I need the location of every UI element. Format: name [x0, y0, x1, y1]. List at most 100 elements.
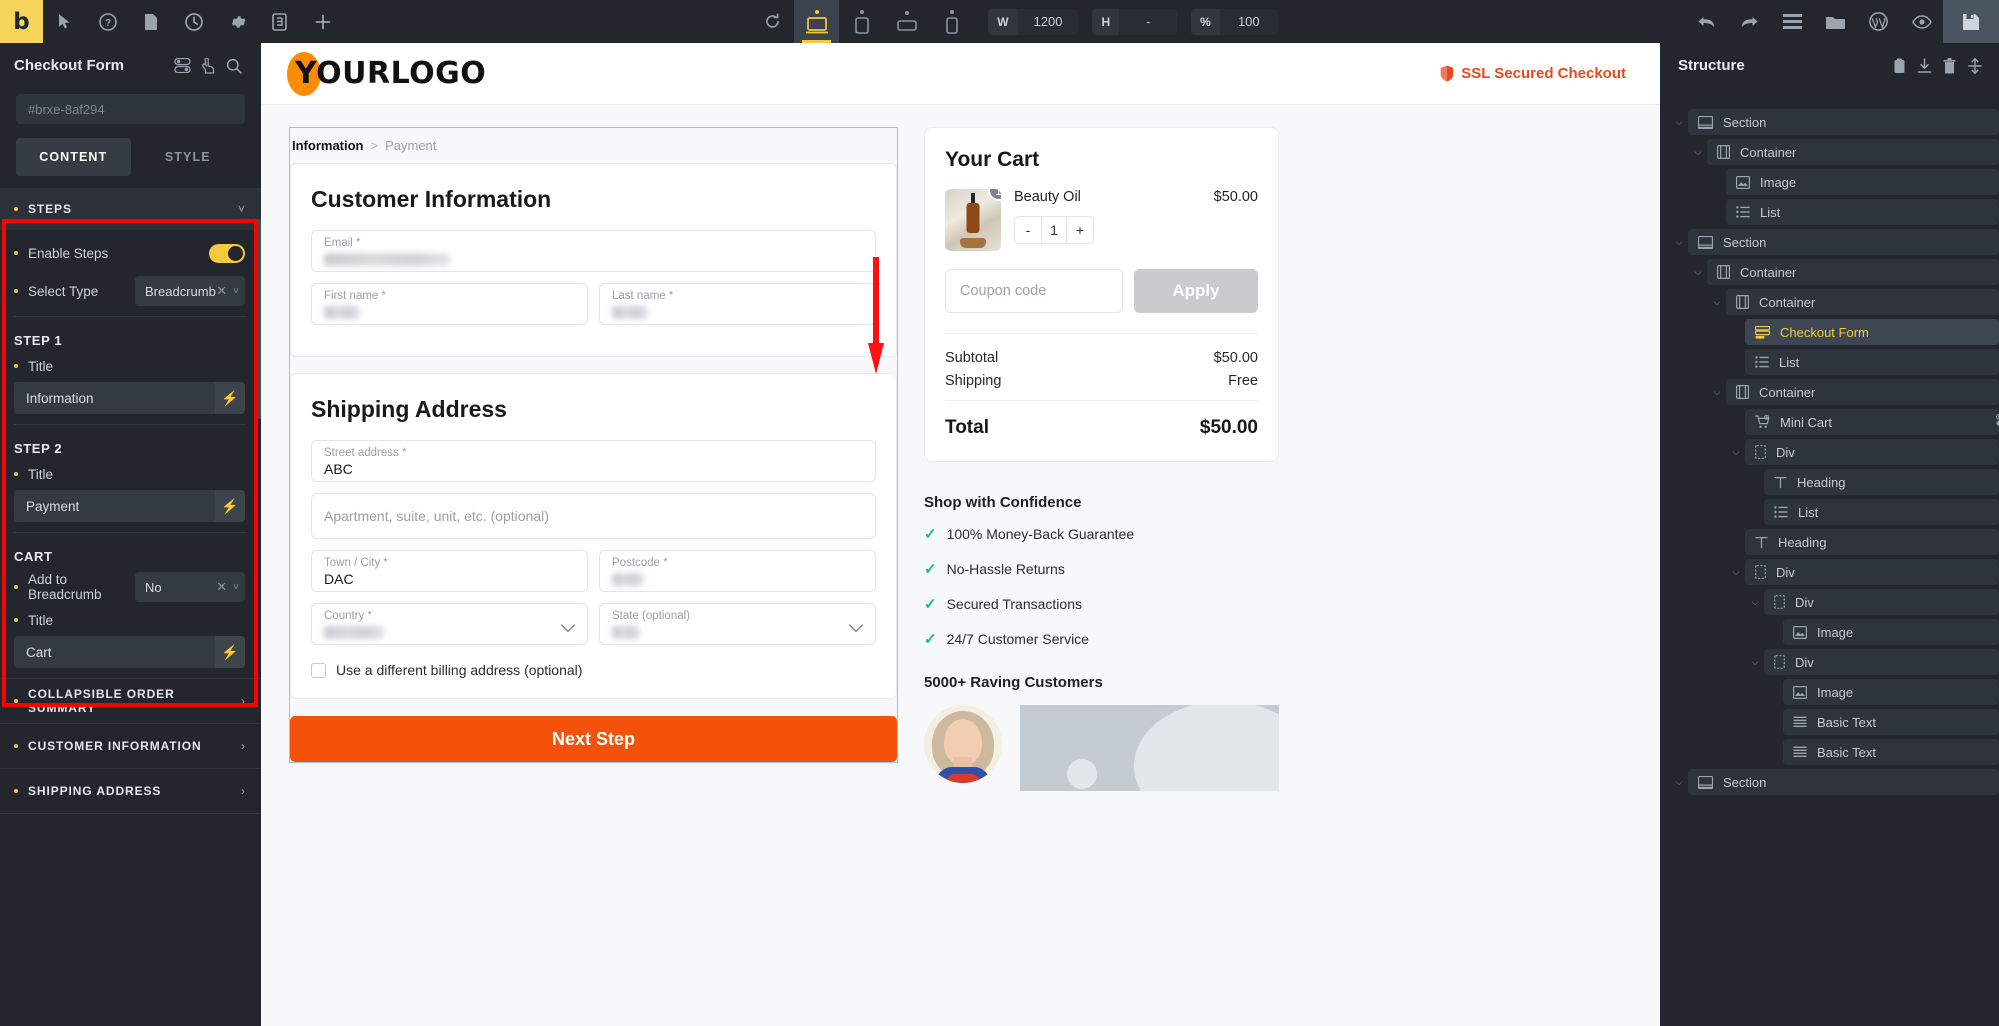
structure-node-body[interactable]: Heading — [1764, 469, 1999, 495]
structure-node-body[interactable]: Section — [1688, 769, 1999, 795]
chevron-down-icon[interactable]: ⌵ — [1670, 229, 1688, 255]
structure-node-body[interactable]: Heading — [1745, 529, 1999, 555]
structure-node-heading[interactable]: Heading — [1660, 469, 1999, 495]
chevron-down-icon[interactable]: ⌵ — [1727, 439, 1745, 465]
preview-icon[interactable] — [1900, 0, 1943, 43]
breadcrumb-step-information[interactable]: Information — [292, 138, 364, 153]
structure-node-body[interactable]: Section — [1688, 229, 1999, 255]
structure-node-div[interactable]: ⌵ Div — [1660, 559, 1999, 585]
enable-steps-toggle[interactable] — [209, 243, 245, 263]
canvas-width-field[interactable]: W 1200 — [988, 8, 1079, 35]
structure-node-body[interactable]: Image — [1783, 619, 1999, 645]
apply-coupon-button[interactable]: Apply — [1134, 269, 1258, 313]
billing-address-checkbox-row[interactable]: Use a different billing address (optiona… — [311, 662, 876, 678]
chevron-down-icon[interactable]: ⌵ — [1708, 289, 1726, 315]
checkout-form-outline[interactable]: Information > Payment Customer Informati… — [289, 127, 898, 763]
structure-node-body[interactable]: Mini Cart — [1745, 409, 1999, 435]
clipboard-icon[interactable] — [1887, 58, 1912, 74]
device-desktop-button[interactable] — [794, 0, 840, 43]
increment-button[interactable]: + — [1067, 217, 1093, 243]
chevron-down-icon[interactable]: ⌵ — [1689, 139, 1707, 165]
settings-icon[interactable] — [215, 0, 258, 43]
state-select[interactable]: State (optional) — [599, 603, 876, 645]
structure-node-body[interactable]: Container — [1726, 289, 1999, 315]
structure-node-body[interactable]: Div — [1745, 559, 1999, 585]
canvas-zoom-field[interactable]: % 100 — [1191, 8, 1278, 35]
structure-node-list[interactable]: List — [1660, 199, 1999, 225]
structure-node-body[interactable]: Div — [1764, 649, 1999, 675]
add-to-breadcrumb-dropdown[interactable]: No ✕ ˅ — [135, 572, 245, 602]
structure-node-container[interactable]: ⌵ Container — [1660, 139, 1999, 165]
structure-node-image[interactable]: Image — [1660, 169, 1999, 195]
menu-icon[interactable] — [1771, 0, 1814, 43]
section-steps-header[interactable]: STEPS ˅ — [0, 188, 261, 230]
structure-node-list[interactable]: List — [1660, 499, 1999, 525]
structure-node-container[interactable]: ⌵ Container — [1660, 379, 1999, 405]
section-customer-information[interactable]: CUSTOMER INFORMATION › — [0, 724, 261, 768]
structure-node-heading[interactable]: Heading — [1660, 529, 1999, 555]
save-button[interactable] — [1943, 0, 1999, 43]
structure-node-body[interactable]: Basic Text — [1783, 709, 1999, 735]
structure-node-body[interactable]: Div — [1745, 439, 1999, 465]
download-icon[interactable] — [1912, 57, 1937, 74]
toggle-settings-icon[interactable] — [169, 58, 195, 73]
structure-node-list[interactable]: List — [1660, 349, 1999, 375]
chevron-down-icon[interactable]: ⌵ — [1708, 379, 1726, 405]
undo-icon[interactable] — [1685, 0, 1728, 43]
structure-node-body[interactable]: Image — [1783, 679, 1999, 705]
element-id-field[interactable]: #brxe-8af294 — [16, 94, 245, 124]
cursor-icon[interactable] — [43, 0, 86, 43]
dynamic-data-icon[interactable]: ⚡ — [215, 382, 245, 414]
postcode-field[interactable]: Postcode * — [599, 550, 876, 592]
width-value[interactable]: 1200 — [1017, 8, 1079, 35]
apartment-field[interactable]: Apartment, suite, unit, etc. (optional) — [311, 493, 876, 539]
email-field[interactable]: Email * — [311, 230, 876, 272]
structure-node-section[interactable]: ⌵ Section — [1660, 769, 1999, 795]
chevron-down-icon[interactable]: ⌵ — [1727, 559, 1745, 585]
chevron-down-icon[interactable]: ⌵ — [1746, 649, 1764, 675]
structure-node-mini-cart[interactable]: Mini Cart — [1660, 409, 1999, 435]
coupon-input[interactable]: Coupon code — [945, 269, 1123, 313]
structure-node-body[interactable]: Image — [1726, 169, 1999, 195]
structure-node-section[interactable]: ⌵ Section — [1660, 109, 1999, 135]
collapse-icon[interactable] — [1962, 57, 1987, 74]
device-tablet-portrait-button[interactable] — [839, 0, 884, 43]
structure-node-section[interactable]: ⌵ Section — [1660, 229, 1999, 255]
structure-node-body[interactable]: Container — [1726, 379, 1999, 405]
quantity-stepper[interactable]: - 1 + — [1014, 216, 1094, 244]
breadcrumb-step-payment[interactable]: Payment — [385, 138, 436, 153]
first-name-field[interactable]: First name * — [311, 283, 588, 325]
dynamic-data-icon[interactable]: ⚡ — [215, 636, 245, 668]
clear-icon[interactable]: ✕ — [216, 579, 227, 595]
device-tablet-landscape-button[interactable] — [884, 0, 929, 43]
clear-icon[interactable]: ✕ — [216, 283, 227, 299]
history-icon[interactable] — [172, 0, 215, 43]
page-icon[interactable] — [129, 0, 172, 43]
structure-node-container[interactable]: ⌵ Container — [1660, 289, 1999, 315]
reload-icon[interactable] — [751, 0, 794, 43]
cart-title-input[interactable]: Cart ⚡ — [14, 636, 245, 668]
device-mobile-button[interactable] — [929, 0, 974, 43]
structure-node-body[interactable]: Div — [1764, 589, 1999, 615]
structure-node-body[interactable]: Basic Text — [1783, 739, 1999, 765]
select-type-dropdown[interactable]: Breadcrumb ✕ ˅ — [135, 276, 245, 306]
structure-node-div[interactable]: ⌵ Div — [1660, 439, 1999, 465]
help-icon[interactable]: ? — [86, 0, 129, 43]
wordpress-icon[interactable] — [1857, 0, 1900, 43]
plus-icon[interactable] — [301, 0, 344, 43]
structure-tree[interactable]: ⌵ Section ⌵ Container Image List ⌵ Section ⌵ Cont… — [1660, 88, 1999, 799]
css-icon[interactable] — [258, 0, 301, 43]
bricks-logo[interactable]: b — [0, 0, 43, 43]
structure-node-body[interactable]: List — [1764, 499, 1999, 525]
city-field[interactable]: Town / City * DAC — [311, 550, 588, 592]
structure-node-body[interactable]: Container — [1707, 139, 1999, 165]
step2-title-input[interactable]: Payment ⚡ — [14, 490, 245, 522]
structure-node-div[interactable]: ⌵ Div — [1660, 649, 1999, 675]
chevron-down-icon[interactable]: ⌵ — [1670, 109, 1688, 135]
interaction-icon[interactable] — [195, 57, 221, 74]
height-value[interactable]: - — [1119, 8, 1178, 35]
country-select[interactable]: Country * — [311, 603, 588, 645]
last-name-field[interactable]: Last name * — [599, 283, 876, 325]
chevron-down-icon[interactable]: ⌵ — [1689, 259, 1707, 285]
zoom-value[interactable]: 100 — [1219, 8, 1278, 35]
